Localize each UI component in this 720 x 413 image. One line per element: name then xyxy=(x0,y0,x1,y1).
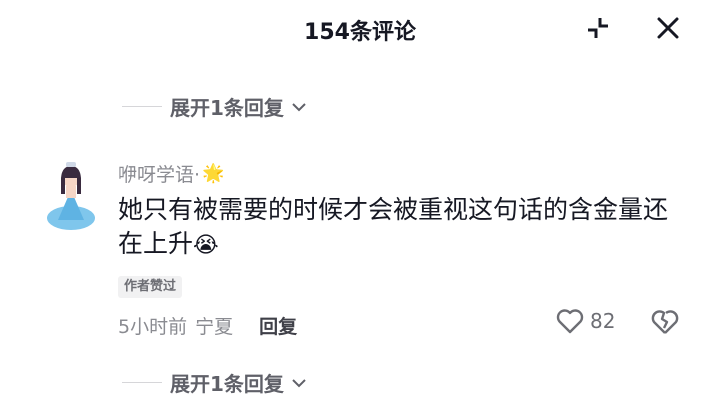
comment-time: 5小时前 xyxy=(118,316,188,338)
comment-meta: 5小时前 宁夏 回复 xyxy=(118,312,297,339)
collapse-icon xyxy=(588,18,608,38)
dislike-button[interactable] xyxy=(650,308,680,340)
broken-heart-icon xyxy=(651,310,679,334)
close-icon xyxy=(657,17,679,39)
expand-replies-button[interactable]: 展开1条回复 xyxy=(122,92,308,121)
chevron-down-icon xyxy=(290,98,308,116)
like-button[interactable]: 82 xyxy=(556,308,615,334)
author-liked-badge: 作者赞过 xyxy=(118,276,183,298)
comment-text: 她只有被需要的时候才会被重视这句话的含金量还在上升😭 xyxy=(118,193,678,263)
heart-icon xyxy=(556,309,584,334)
expand-replies-label: 展开1条回复 xyxy=(170,372,284,396)
divider-line xyxy=(122,382,162,383)
crying-emoji: 😭 xyxy=(193,233,219,258)
reply-button[interactable]: 回复 xyxy=(259,312,297,339)
chevron-down-icon xyxy=(290,374,308,392)
divider-line xyxy=(122,106,162,107)
collapse-button[interactable] xyxy=(580,10,616,46)
expand-replies-button-bottom[interactable]: 展开1条回复 xyxy=(122,368,308,397)
close-button[interactable] xyxy=(650,10,686,46)
comment-location: 宁夏 xyxy=(195,316,234,338)
expand-replies-label: 展开1条回复 xyxy=(170,96,284,120)
star-emoji: 🌟 xyxy=(202,163,225,184)
like-count: 82 xyxy=(590,309,616,333)
avatar[interactable] xyxy=(44,160,98,230)
comment-username[interactable]: 咿呀学语· 🌟 xyxy=(118,160,224,187)
